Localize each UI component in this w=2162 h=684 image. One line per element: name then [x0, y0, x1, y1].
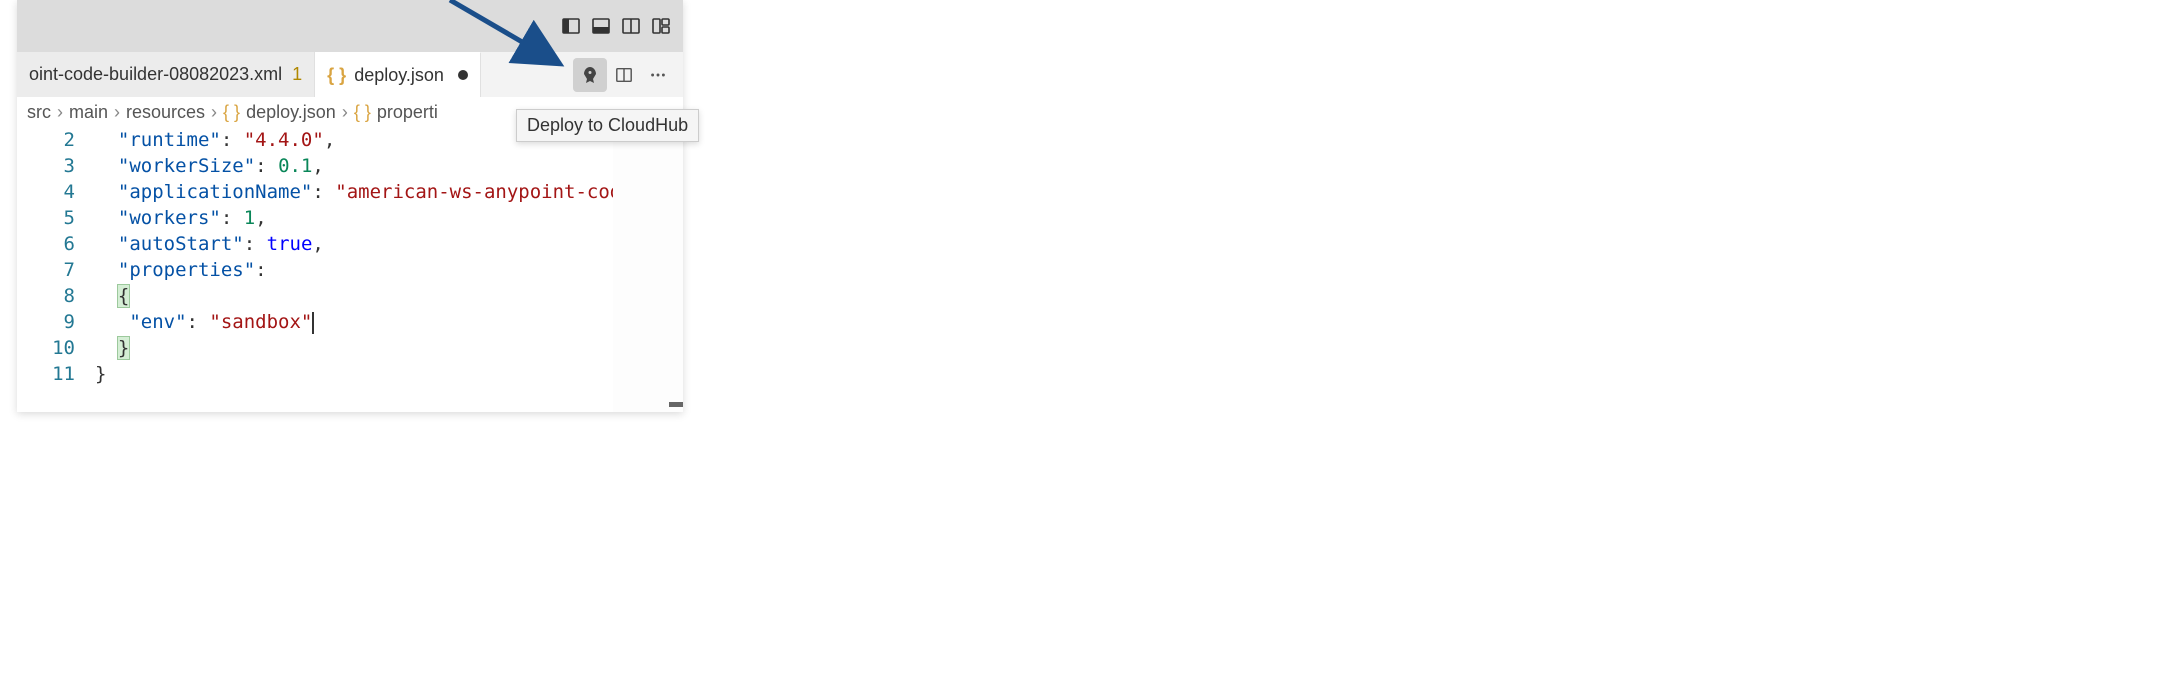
chevron-right-icon: ›	[211, 102, 217, 123]
tabbar: oint-code-builder-08082023.xml 1 { } dep…	[17, 52, 683, 97]
code-content[interactable]: "runtime": "4.4.0", "workerSize": 0.1, "…	[95, 127, 683, 412]
code-line[interactable]: {	[95, 283, 683, 309]
scroll-indicator[interactable]	[669, 402, 683, 407]
panel-left-icon[interactable]	[559, 14, 583, 38]
text-cursor	[312, 312, 314, 334]
breadcrumb-seg[interactable]: main	[69, 102, 108, 123]
tab-deploy-json[interactable]: { } deploy.json	[315, 52, 481, 97]
split-icon	[615, 66, 633, 84]
line-number: 10	[17, 335, 75, 361]
line-number: 7	[17, 257, 75, 283]
tab-xml-file[interactable]: oint-code-builder-08082023.xml 1	[17, 52, 315, 97]
line-number: 11	[17, 361, 75, 387]
code-line[interactable]: "properties":	[95, 257, 683, 283]
line-number: 8	[17, 283, 75, 309]
line-number: 4	[17, 179, 75, 205]
editor-window: oint-code-builder-08082023.xml 1 { } dep…	[17, 0, 683, 412]
json-icon: { }	[327, 65, 346, 86]
breadcrumb-seg[interactable]: properti	[377, 102, 438, 123]
code-line[interactable]: }	[95, 361, 683, 387]
code-line[interactable]: "workerSize": 0.1,	[95, 153, 683, 179]
line-number: 2	[17, 127, 75, 153]
line-number-gutter: 2 3 4 5 6 7 8 9 10 11	[17, 127, 95, 412]
tab-label: oint-code-builder-08082023.xml	[29, 64, 282, 85]
line-number: 6	[17, 231, 75, 257]
tab-badge: 1	[292, 64, 302, 85]
line-number: 3	[17, 153, 75, 179]
editor-actions	[573, 52, 683, 97]
code-line[interactable]: }	[95, 335, 683, 361]
code-line[interactable]: "applicationName": "american-ws-anypoint…	[95, 179, 683, 205]
split-editor-button[interactable]	[607, 58, 641, 92]
json-icon: { }	[223, 102, 240, 123]
rocket-icon	[580, 65, 600, 85]
chevron-right-icon: ›	[342, 102, 348, 123]
chevron-right-icon: ›	[57, 102, 63, 123]
code-line[interactable]: "autoStart": true,	[95, 231, 683, 257]
panel-bottom-icon[interactable]	[589, 14, 613, 38]
tab-label: deploy.json	[354, 65, 444, 86]
unsaved-dot-icon	[458, 70, 468, 80]
minimap[interactable]	[613, 127, 683, 412]
deploy-tooltip: Deploy to CloudHub	[516, 109, 699, 142]
editor-area[interactable]: 2 3 4 5 6 7 8 9 10 11 "runtime": "4.4.0"…	[17, 127, 683, 412]
json-icon: { }	[354, 102, 371, 123]
breadcrumb-seg[interactable]: resources	[126, 102, 205, 123]
split-horizontal-icon[interactable]	[619, 14, 643, 38]
breadcrumb-seg[interactable]: src	[27, 102, 51, 123]
chevron-right-icon: ›	[114, 102, 120, 123]
more-actions-button[interactable]	[641, 58, 675, 92]
code-line[interactable]: "workers": 1,	[95, 205, 683, 231]
code-line[interactable]: "env": "sandbox"	[95, 309, 683, 335]
layout-grid-icon[interactable]	[649, 14, 673, 38]
line-number: 5	[17, 205, 75, 231]
titlebar	[17, 0, 683, 52]
line-number: 9	[17, 309, 75, 335]
ellipsis-icon	[649, 66, 667, 84]
deploy-button[interactable]	[573, 58, 607, 92]
breadcrumb-seg[interactable]: deploy.json	[246, 102, 336, 123]
